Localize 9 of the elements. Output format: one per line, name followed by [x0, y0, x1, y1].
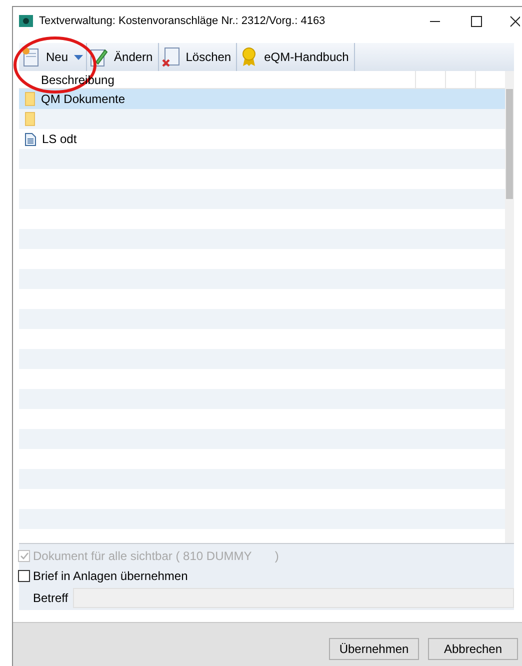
- table-row[interactable]: QM Dokumente: [19, 89, 505, 109]
- window-title: Textverwaltung: Kostenvoranschläge Nr.: 2312/Vorg.: 4163: [39, 14, 326, 29]
- dialog-button[interactable]: Übernehmen: [329, 638, 419, 660]
- dialog-button[interactable]: Abbrechen: [428, 638, 518, 660]
- row-label: LS odt: [42, 131, 77, 148]
- subject-label: Betreff: [33, 590, 70, 607]
- row-label: QM Dokumente: [41, 91, 126, 108]
- checkbox-label: Dokument für alle sichtbar ( 810 DUMMY ): [33, 548, 279, 565]
- checkbox-label: Brief in Anlagen übernehmen: [33, 568, 188, 585]
